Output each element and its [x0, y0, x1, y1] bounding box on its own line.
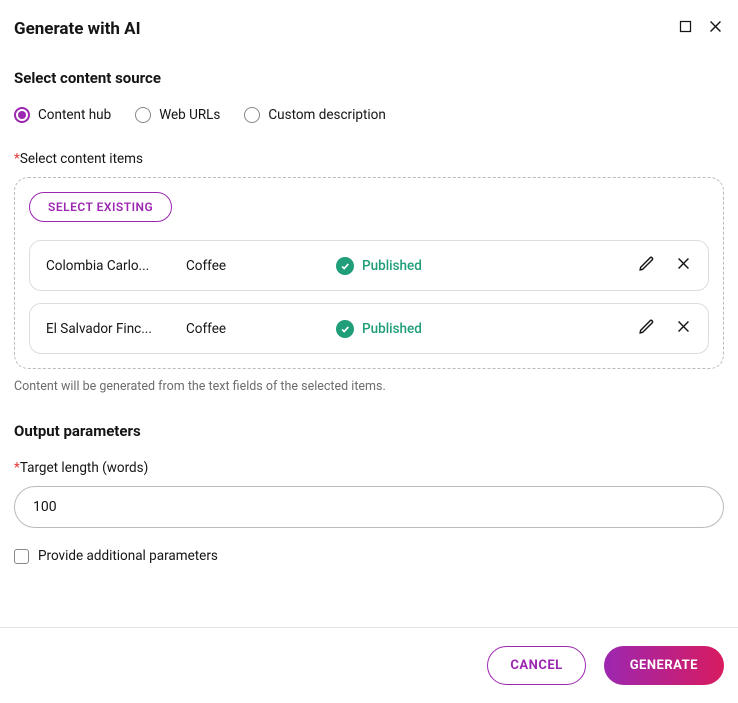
radio-icon: [14, 107, 30, 123]
cancel-button[interactable]: CANCEL: [487, 646, 585, 685]
status-text: Published: [362, 321, 422, 337]
generate-button[interactable]: GENERATE: [604, 646, 724, 685]
item-actions: [638, 255, 692, 276]
maximize-icon[interactable]: [678, 19, 693, 38]
dialog-title: Generate with AI: [14, 19, 141, 39]
radio-custom-description[interactable]: Custom description: [244, 107, 385, 123]
dialog-header: Generate with AI: [14, 18, 724, 39]
content-item-row: El Salvador Finc... Coffee Published: [29, 303, 709, 354]
item-status: Published: [336, 257, 638, 275]
item-type: Coffee: [186, 321, 336, 337]
checkbox-icon: [14, 549, 29, 564]
help-text: Content will be generated from the text …: [14, 379, 724, 394]
item-name: Colombia Carlo...: [46, 258, 186, 274]
check-circle-icon: [336, 257, 354, 275]
radio-label: Custom description: [268, 107, 385, 123]
output-parameters-title: Output parameters: [14, 422, 724, 440]
target-length-input[interactable]: [14, 486, 724, 528]
additional-parameters-checkbox[interactable]: Provide additional parameters: [14, 548, 724, 564]
content-item-row: Colombia Carlo... Coffee Published: [29, 240, 709, 291]
item-name: El Salvador Finc...: [46, 321, 186, 337]
edit-icon[interactable]: [638, 318, 655, 339]
content-items-panel: SELECT EXISTING Colombia Carlo... Coffee…: [14, 177, 724, 369]
check-circle-icon: [336, 320, 354, 338]
dialog-footer: CANCEL GENERATE: [0, 627, 738, 703]
radio-icon: [135, 107, 151, 123]
remove-icon[interactable]: [675, 318, 692, 339]
item-actions: [638, 318, 692, 339]
checkbox-label: Provide additional parameters: [38, 548, 218, 564]
status-text: Published: [362, 258, 422, 274]
remove-icon[interactable]: [675, 255, 692, 276]
header-actions: [678, 18, 724, 39]
radio-content-hub[interactable]: Content hub: [14, 107, 111, 123]
radio-label: Content hub: [38, 107, 111, 123]
item-status: Published: [336, 320, 638, 338]
select-existing-button[interactable]: SELECT EXISTING: [29, 192, 172, 222]
select-items-label: *Select content items: [14, 151, 724, 167]
radio-web-urls[interactable]: Web URLs: [135, 107, 220, 123]
source-radio-group: Content hub Web URLs Custom description: [14, 107, 724, 123]
close-icon[interactable]: [707, 18, 724, 39]
radio-label: Web URLs: [159, 107, 220, 123]
target-length-label: *Target length (words): [14, 460, 724, 476]
content-source-title: Select content source: [14, 69, 724, 87]
item-type: Coffee: [186, 258, 336, 274]
radio-icon: [244, 107, 260, 123]
edit-icon[interactable]: [638, 255, 655, 276]
